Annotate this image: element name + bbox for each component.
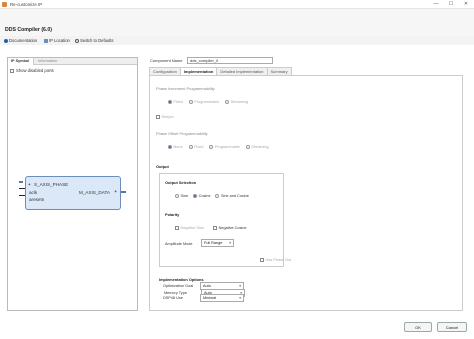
optimization-goal-label: Optimization Goal [163,284,194,288]
config-panel: Component Name dds_compiler_0 Configurat… [145,57,467,311]
phase-offset-title: Phase Offset Programmability [156,131,208,136]
ip-location-label: IP Location [49,38,70,43]
memory-type-label: Memory Type [164,291,187,295]
component-name-label: Component Name [150,58,183,63]
phase-off-fixed[interactable]: Fixed [188,145,203,149]
window-title: Re-customize IP [10,2,43,7]
phase-inc-streaming[interactable]: Streaming [225,100,248,104]
config-tabs: Configuration Implementation Detailed Im… [149,67,292,75]
expand-out-icon[interactable]: + [114,189,117,194]
window-titlebar: Re-customize IP — ☐ ✕ [0,0,474,9]
refresh-icon [75,38,79,43]
port-aresetn: aresetn [29,197,45,202]
output-sine-and-cosine[interactable]: Sine and Cosine [215,194,249,198]
tab-configuration[interactable]: Configuration [149,67,181,75]
show-disabled-ports[interactable]: Show disabled ports [10,68,54,73]
output-cosine[interactable]: Cosine [193,194,210,198]
phase-offset-options: None Fixed Programmable Streaming [168,145,269,149]
dsp48-use-select[interactable]: Minimal ▾ [200,294,244,302]
show-disabled-checkbox[interactable] [10,68,14,73]
polarity-title: Polarity [165,212,180,217]
documentation-label: Documentation [9,38,38,43]
info-icon [4,38,8,43]
chevron-down-icon: ▾ [239,284,241,288]
port-s-axis-phase: S_AXIS_PHASE [34,182,69,187]
ip-location-button[interactable]: IP Location [44,37,70,44]
minimize-button[interactable]: — [430,1,442,8]
tab-implementation[interactable]: Implementation [179,67,218,75]
switch-defaults-button[interactable]: Switch to Defaults [75,37,114,44]
chevron-down-icon: ▾ [229,241,231,245]
phase-increment-title: Phase Increment Programmability [156,86,215,91]
documentation-button[interactable]: Documentation [4,37,37,44]
chevron-down-icon: ▾ [239,296,241,300]
port-aclk: aclk [29,190,38,195]
ip-title: DDS Compiler (6.0) [5,27,52,33]
show-disabled-label: Show disabled ports [16,68,54,73]
output-group: Output Selection Sine Cosine Sine and Co… [159,173,284,267]
ip-symbol-block: + S_AXIS_PHASE aclk aresetn M_AXIS_DATA … [25,176,121,210]
output-sine[interactable]: Sine [175,194,188,198]
has-phase-out-label: Has Phase Out [265,258,292,262]
phase-inc-programmable[interactable]: Programmable [188,100,219,104]
output-selection-options: Sine Cosine Sine and Cosine [175,194,249,198]
amplitude-mode-select[interactable]: Full Range ▾ [201,239,234,247]
resync-checkbox[interactable]: Resync [156,115,174,119]
tab-summary[interactable]: Summary [266,67,292,75]
optimization-goal-value: Auto [203,284,211,288]
has-phase-out-checkbox[interactable]: Has Phase Out [260,258,291,262]
cancel-button[interactable]: Cancel [437,322,467,332]
optimization-goal-select[interactable]: Auto ▾ [200,282,244,290]
bus-pin-right [121,191,126,193]
negative-cosine-checkbox[interactable]: Negative Cosine [213,226,247,230]
tab-information[interactable]: Information [35,58,60,65]
app-icon [2,2,7,7]
amplitude-mode-value: Full Range [204,241,223,245]
implementation-panel: Phase Increment Programmability Fixed Pr… [149,75,463,311]
port-m-axis-data: M_AXIS_DATA [79,190,110,195]
expand-icon[interactable]: + [28,182,31,187]
amplitude-mode-label: Amplitude Mode [165,242,193,246]
phase-off-streaming[interactable]: Streaming [245,145,269,149]
implementation-options-title: Implementation Options [159,277,204,282]
resync-label: Resync [161,115,175,119]
switch-defaults-label: Switch to Defaults [80,38,114,43]
tab-detailed-implementation[interactable]: Detailed Implementation [216,67,268,75]
output-selection-title: Output Selection [165,180,197,185]
bus-pin-left [19,181,23,183]
phase-off-none[interactable]: None [168,145,183,149]
polarity-options: Negative Sine Negative Cosine [175,226,247,230]
maximize-button[interactable]: ☐ [445,1,457,8]
close-window-button[interactable]: ✕ [460,1,472,8]
component-name-input[interactable]: dds_compiler_0 [187,57,273,64]
toolbar: Documentation IP Location Switch to Defa… [0,36,474,45]
output-title: Output [156,164,169,169]
folder-icon [44,38,48,43]
dsp48-use-value: Minimal [203,296,217,300]
phase-off-programmable[interactable]: Programmable [209,145,240,149]
negative-sine-checkbox[interactable]: Negative Sine [175,226,204,230]
ok-button[interactable]: OK [404,322,432,332]
dsp48-use-label: DSP48 Use [163,296,183,300]
left-tabs: IP Symbol Information [8,58,137,65]
phase-increment-options: Fixed Programmable Streaming [168,100,248,104]
dialog-header: DDS Compiler (6.0) [0,9,474,36]
phase-inc-fixed[interactable]: Fixed [168,100,183,104]
tab-ip-symbol[interactable]: IP Symbol [8,58,34,65]
